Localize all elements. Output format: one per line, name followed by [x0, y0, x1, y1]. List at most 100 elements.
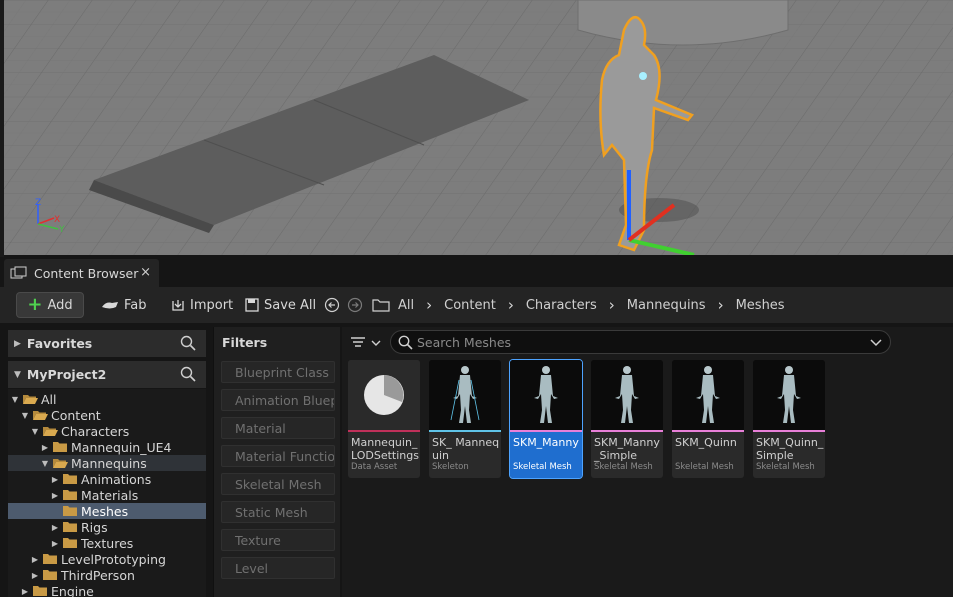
chevron-right-icon[interactable]: ›: [609, 296, 615, 314]
asset-tile[interactable]: SK_ Mannequin Skeleton: [429, 360, 501, 478]
add-button[interactable]: + Add: [16, 292, 84, 318]
breadcrumb-content[interactable]: Content: [444, 298, 496, 313]
tree-item-mannequins[interactable]: ▼ Mannequins: [8, 455, 206, 471]
tree-item-label: ThirdPerson: [61, 567, 135, 583]
floor-grid: [4, 0, 953, 255]
tree-item-rigs[interactable]: ▶ Rigs: [8, 519, 206, 535]
folder-icon: [63, 506, 77, 516]
asset-type-bar: [591, 430, 663, 432]
favorites-header[interactable]: ▶ Favorites: [8, 330, 206, 357]
filter-level[interactable]: Level: [221, 557, 335, 579]
collapse-arrow-icon[interactable]: ▼: [40, 459, 50, 468]
tree-item-label: Mannequins: [71, 455, 147, 471]
asset-type: Skeletal Mesh: [513, 462, 572, 472]
tree-item-textures[interactable]: ▶ Textures: [8, 535, 206, 551]
filters-title: Filters: [222, 335, 268, 350]
tree-item-content[interactable]: ▼ Content: [8, 407, 206, 423]
expand-arrow-icon[interactable]: ▶: [50, 491, 60, 500]
tab-content-browser[interactable]: Content Browser ×: [4, 259, 159, 287]
tree-item-thirdperson[interactable]: ▶ ThirdPerson: [8, 567, 206, 583]
filters-panel: Filters Blueprint Class Animation Bluepr M…: [213, 327, 340, 597]
tree-item-levelprototyping[interactable]: ▶ LevelPrototyping: [8, 551, 206, 567]
search-icon: [398, 335, 413, 350]
filter-blueprint-class[interactable]: Blueprint Class: [221, 361, 335, 383]
filter-texture[interactable]: Texture: [221, 529, 335, 551]
folder-icon: [63, 474, 77, 484]
asset-type: Skeletal Mesh: [594, 462, 653, 472]
collapse-arrow-icon[interactable]: ▼: [30, 427, 40, 436]
tree-item-label: Content: [51, 407, 101, 423]
expand-arrow-icon[interactable]: ▶: [50, 539, 60, 548]
favorites-label: Favorites: [26, 336, 93, 351]
tree-item-meshes[interactable]: Meshes: [8, 503, 206, 519]
expand-arrow-icon[interactable]: ▶: [30, 571, 40, 580]
breadcrumb-characters[interactable]: Characters: [526, 298, 597, 313]
tree-item-materials[interactable]: ▶ Materials: [8, 487, 206, 503]
history-back-button[interactable]: [324, 292, 340, 318]
search-icon[interactable]: [180, 335, 196, 351]
search-icon[interactable]: [180, 366, 196, 382]
chevron-right-icon[interactable]: ›: [508, 296, 514, 314]
filter-material-functior[interactable]: Material Functior: [221, 445, 335, 467]
breadcrumb-meshes[interactable]: Meshes: [736, 298, 785, 313]
expand-arrow-icon[interactable]: ▶: [40, 443, 50, 452]
tree-item-animations[interactable]: ▶ Animations: [8, 471, 206, 487]
fab-icon: [102, 302, 118, 309]
svg-text:Y: Y: [58, 225, 65, 235]
folder-icon: [63, 522, 77, 532]
chevron-right-icon[interactable]: ›: [718, 296, 724, 314]
filter-animation-bluepr[interactable]: Animation Bluepr: [221, 389, 335, 411]
folder-icon: [372, 292, 390, 318]
chevron-down-icon[interactable]: [870, 339, 882, 347]
level-viewport[interactable]: Z X Y: [4, 0, 953, 255]
content-browser-toolbar: + Add Fab Import Save All All › Content: [0, 287, 953, 323]
filter-material[interactable]: Material: [221, 417, 335, 439]
asset-tile[interactable]: Mannequin_ LODSettings Data Asset: [348, 360, 420, 478]
save-icon: [245, 298, 259, 312]
mannequin-thumbnail: [510, 360, 582, 430]
expand-arrow-icon[interactable]: ▶: [20, 587, 30, 596]
character-figure-icon: [753, 360, 825, 430]
fab-label: Fab: [124, 297, 147, 313]
expand-arrow-icon[interactable]: ▶: [50, 523, 60, 532]
folder-icon: [33, 586, 47, 596]
asset-tile[interactable]: SKM_Quinn_ Simple Skeletal Mesh: [753, 360, 825, 478]
collapse-arrow-icon[interactable]: ▼: [10, 395, 20, 404]
tree-item-mannequin-ue4[interactable]: ▶ Mannequin_UE4: [8, 439, 206, 455]
tree-item-characters[interactable]: ▼ Characters: [8, 423, 206, 439]
asset-tile[interactable]: SKM_Manny Skeletal Mesh: [509, 359, 583, 479]
close-icon[interactable]: ×: [140, 265, 151, 280]
history-forward-button[interactable]: [347, 292, 363, 318]
tree-item-label: All: [41, 391, 57, 407]
asset-tile[interactable]: SKM_Manny _Simple Skeletal Mesh: [591, 360, 663, 478]
forward-arrow-icon: [347, 297, 363, 313]
folder-open-icon: [53, 459, 68, 468]
filter-static-mesh[interactable]: Static Mesh: [221, 501, 335, 523]
collapse-arrow-icon[interactable]: ▼: [20, 411, 30, 420]
filter-skeletal-mesh[interactable]: Skeletal Mesh: [221, 473, 335, 495]
import-button[interactable]: Import: [164, 292, 239, 318]
expand-arrow-icon[interactable]: ▶: [50, 475, 60, 484]
breadcrumb: All › Content › Characters › Mannequins …: [398, 292, 785, 318]
save-all-button[interactable]: Save All: [238, 292, 322, 318]
filter-dropdown-button[interactable]: [350, 335, 382, 351]
expand-arrow-icon[interactable]: ▶: [30, 555, 40, 564]
project-header[interactable]: ▼ MyProject2: [8, 361, 206, 388]
asset-type-bar: [753, 430, 825, 432]
tree-item-all[interactable]: ▼ All: [8, 391, 206, 407]
asset-view: Search Meshes Mannequin_ LODSettings Data…: [342, 327, 953, 597]
chevron-right-icon[interactable]: ›: [426, 296, 432, 314]
asset-type-bar: [348, 430, 420, 432]
asset-tile[interactable]: SKM_Quinn Skeletal Mesh: [672, 360, 744, 478]
tree-item-engine[interactable]: ▶ Engine: [8, 583, 206, 597]
breadcrumb-mannequins[interactable]: Mannequins: [627, 298, 706, 313]
search-input[interactable]: Search Meshes: [390, 330, 891, 354]
tab-label: Content Browser: [34, 265, 139, 281]
add-label: Add: [47, 297, 73, 313]
asset-name: SKM_Quinn: [675, 436, 737, 449]
folder-tree: ▼ All ▼ Content ▼ Characters ▶ Mannequin_UE4 ▼ Ma…: [8, 389, 206, 597]
import-icon: [172, 300, 184, 311]
character-figure-icon: [429, 360, 501, 430]
breadcrumb-all[interactable]: All: [398, 298, 414, 313]
fab-button[interactable]: Fab: [94, 292, 153, 318]
